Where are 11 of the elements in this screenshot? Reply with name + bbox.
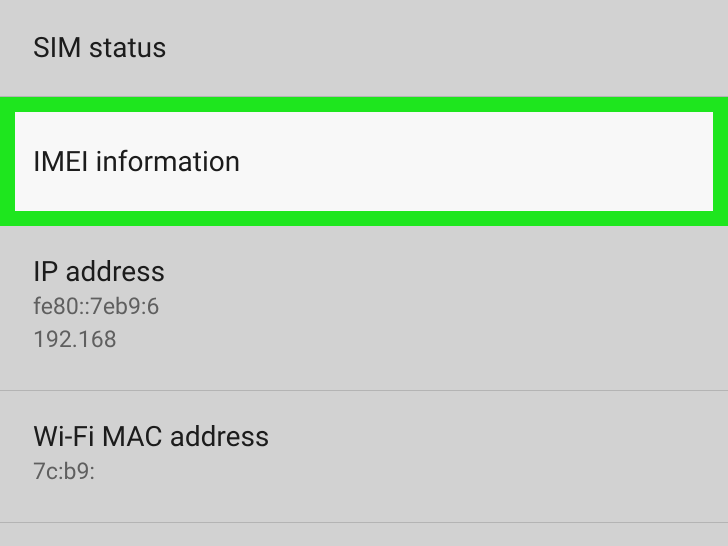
setting-title: SIM status [33, 30, 168, 66]
setting-value: 7c:b9: [33, 457, 96, 487]
settings-row[interactable]: SIM status [0, 0, 728, 96]
highlight-frame[interactable]: IMEI information [0, 97, 728, 226]
setting-title: IP address [33, 254, 166, 290]
settings-row[interactable]: Wi-Fi MAC address 7c:b9: [0, 391, 728, 522]
setting-value: 192.168 [33, 325, 118, 355]
settings-row[interactable]: IP address fe80::7eb9:6 192.168 [0, 226, 728, 390]
setting-title: IMEI information [33, 144, 242, 180]
setting-value: fe80::7eb9:6 [33, 292, 160, 322]
setting-title: Wi-Fi MAC address [33, 419, 270, 455]
